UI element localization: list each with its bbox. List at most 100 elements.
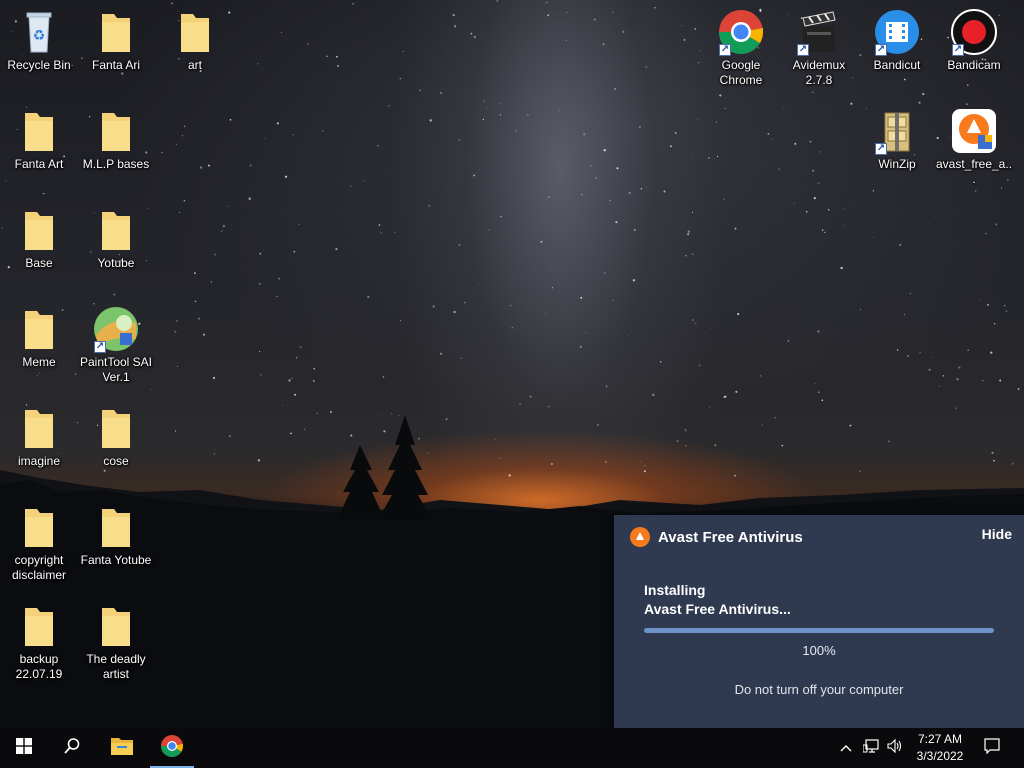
network-icon — [862, 738, 879, 758]
desktop-icon-label: imagine — [17, 454, 61, 468]
search-icon — [63, 737, 81, 760]
avast-install-popup: Avast Free Antivirus Hide Installing Ava… — [614, 515, 1024, 728]
desktop-icon-folder[interactable]: Fanta Ari — [77, 8, 155, 73]
desktop-icon-folder[interactable]: Fanta Yotube — [77, 503, 155, 568]
shortcut-arrow-icon: ↗ — [94, 341, 106, 353]
desktop-icon-label: Base — [25, 256, 53, 270]
svg-text:♻: ♻ — [33, 28, 46, 44]
desktop-icon-label: copyright disclaimer — [11, 553, 66, 582]
show-hidden-icons-button[interactable] — [836, 728, 856, 768]
desktop-icon-label: Bandicut — [873, 58, 921, 72]
desktop[interactable]: ♻ Recycle Bin Fanta Ari art Fanta Art M.… — [0, 0, 1024, 728]
folder-icon — [92, 8, 140, 56]
desktop-icon-folder[interactable]: imagine — [0, 404, 78, 469]
desktop-icon-label: Fanta Art — [14, 157, 64, 171]
desktop-icon-label: M.L.P bases — [82, 157, 150, 171]
folder-icon — [15, 206, 63, 254]
desktop-icon-folder[interactable]: cose — [77, 404, 155, 469]
clock-time: 7:27 AM — [917, 732, 963, 746]
folder-icon — [15, 305, 63, 353]
desktop-icon-label: Meme — [22, 355, 56, 369]
desktop-icon-bandicut[interactable]: ↗ Bandicut — [858, 8, 936, 73]
desktop-icon-folder[interactable]: Yotube — [77, 206, 155, 271]
install-progress-bar — [644, 628, 994, 633]
folder-icon — [92, 404, 140, 452]
desktop-icon-google-chrome[interactable]: ↗ Google Chrome — [702, 8, 780, 88]
volume-icon — [887, 738, 903, 758]
notification-icon — [984, 737, 1000, 759]
desktop-icon-label: The deadly artist — [86, 652, 146, 681]
desktop-icon-avidemux[interactable]: ↗ Avidemux 2.7.8 — [780, 8, 858, 88]
windows-start-icon — [16, 737, 32, 759]
desktop-icon-folder[interactable]: The deadly artist — [77, 602, 155, 682]
taskbar: 7:27 AM 3/3/2022 — [0, 728, 1024, 768]
desktop-icon-label: WinZip — [878, 157, 916, 171]
painttool-sai-icon: ↗ — [92, 305, 140, 353]
desktop-icon-recycle-bin[interactable]: ♻ Recycle Bin — [0, 8, 78, 73]
avast-logo-icon — [630, 527, 650, 547]
folder-icon — [92, 107, 140, 155]
desktop-icon-avast-installer[interactable]: avast_free_a... — [935, 107, 1013, 187]
desktop-icon-folder[interactable]: Fanta Art — [0, 107, 78, 172]
folder-icon — [15, 107, 63, 155]
taskbar-chrome[interactable] — [148, 728, 196, 768]
desktop-icon-folder[interactable]: Meme — [0, 305, 78, 370]
action-center-button[interactable] — [976, 728, 1008, 768]
shortcut-arrow-icon: ↗ — [875, 44, 887, 56]
file-explorer-icon — [110, 736, 134, 761]
install-status: Installing Avast Free Antivirus... — [644, 581, 791, 619]
popup-header: Avast Free Antivirus — [630, 525, 803, 549]
desktop-icon-label: Fanta Yotube — [80, 553, 152, 567]
chrome-icon: ↗ — [717, 8, 765, 56]
desktop-icon-label: backup 22.07.19 — [15, 652, 63, 681]
desktop-icon-label: PaintTool SAI Ver.1 — [79, 355, 153, 384]
chevron-up-icon — [840, 739, 852, 757]
folder-icon — [15, 404, 63, 452]
desktop-icon-winzip[interactable]: ↗ WinZip — [858, 107, 936, 172]
desktop-icon-label: Avidemux 2.7.8 — [792, 58, 846, 87]
start-button[interactable] — [0, 728, 48, 768]
desktop-icon-folder[interactable]: backup 22.07.19 — [0, 602, 78, 682]
folder-icon — [92, 206, 140, 254]
shortcut-arrow-icon: ↗ — [797, 44, 809, 56]
bandicut-icon: ↗ — [873, 8, 921, 56]
popup-title: Avast Free Antivirus — [658, 528, 803, 546]
shortcut-arrow-icon: ↗ — [875, 143, 887, 155]
recycle-bin-icon: ♻ — [15, 8, 63, 56]
desktop-icon-label: Recycle Bin — [7, 58, 71, 72]
desktop-icon-folder[interactable]: art — [156, 8, 234, 73]
chrome-icon — [160, 734, 184, 763]
status-line-2: Avast Free Antivirus... — [644, 601, 791, 617]
folder-icon — [171, 8, 219, 56]
avast-installer-icon — [950, 107, 998, 155]
clock[interactable]: 7:27 AM 3/3/2022 — [910, 731, 970, 765]
status-line-1: Installing — [644, 582, 706, 598]
desktop-icon-folder[interactable]: Base — [0, 206, 78, 271]
desktop-icon-folder[interactable]: M.L.P bases — [77, 107, 155, 172]
desktop-icon-label: Bandicam — [947, 58, 1001, 72]
install-note: Do not turn off your computer — [734, 682, 904, 697]
desktop-icon-folder[interactable]: copyright disclaimer — [0, 503, 78, 583]
volume-tray-button[interactable] — [884, 728, 906, 768]
desktop-icon-label: avast_free_a... — [935, 157, 1013, 186]
folder-icon — [15, 602, 63, 650]
search-button[interactable] — [48, 728, 96, 768]
shortcut-arrow-icon: ↗ — [719, 44, 731, 56]
shortcut-arrow-icon: ↗ — [952, 44, 964, 56]
desktop-icon-bandicam[interactable]: ↗ Bandicam — [935, 8, 1013, 73]
clock-date: 3/3/2022 — [916, 749, 964, 763]
bandicam-icon: ↗ — [950, 8, 998, 56]
avidemux-icon: ↗ — [795, 8, 843, 56]
network-tray-button[interactable] — [860, 728, 882, 768]
desktop-icon-label: cose — [103, 454, 129, 468]
hide-button[interactable]: Hide — [982, 526, 1012, 542]
desktop-icon-painttool-sai[interactable]: ↗ PaintTool SAI Ver.1 — [77, 305, 155, 385]
folder-icon — [92, 602, 140, 650]
progress-percent: 100% — [802, 643, 836, 658]
folder-icon — [92, 503, 140, 551]
desktop-icon-label: art — [187, 58, 202, 72]
desktop-icon-label: Fanta Ari — [91, 58, 141, 72]
desktop-icon-label: Yotube — [97, 256, 135, 270]
desktop-icon-label: Google Chrome — [719, 58, 763, 87]
taskbar-file-explorer[interactable] — [98, 728, 146, 768]
